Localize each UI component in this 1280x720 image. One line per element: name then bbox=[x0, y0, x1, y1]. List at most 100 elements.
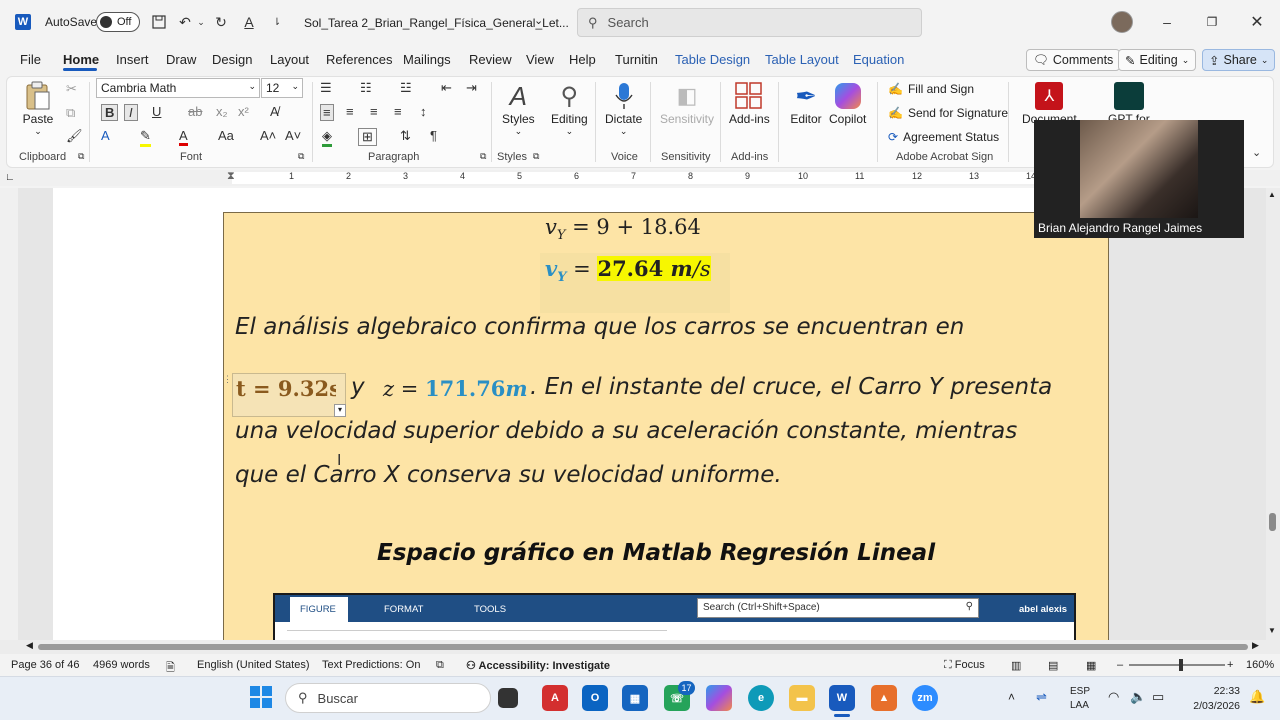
menu-review[interactable]: Review bbox=[469, 52, 512, 67]
matlab-taskbar-icon[interactable]: ▲ bbox=[871, 685, 897, 711]
sensitivity-button[interactable]: ◧ Sensitivity bbox=[660, 80, 714, 126]
focus-button[interactable]: ⛶ Focus bbox=[944, 659, 985, 672]
menu-draw[interactable]: Draw bbox=[166, 52, 196, 67]
zoom-in-icon[interactable]: + bbox=[1227, 659, 1233, 671]
editor-button[interactable]: ✒ Editor bbox=[790, 80, 822, 127]
bullets-icon[interactable]: ☰ bbox=[320, 80, 332, 96]
equation-z[interactable]: z = 171.76m bbox=[383, 376, 528, 401]
autosave-toggle[interactable]: Off bbox=[96, 12, 140, 32]
grow-font-icon[interactable]: A˄ bbox=[260, 128, 276, 143]
store-icon[interactable]: ▦ bbox=[622, 685, 648, 711]
clipboard-launcher-icon[interactable]: ⧉ bbox=[78, 151, 84, 162]
section-heading[interactable]: Espacio gráfico en Matlab Regresión Line… bbox=[377, 540, 935, 566]
cut-icon[interactable]: ✂ bbox=[66, 81, 77, 97]
justify-icon[interactable]: ≡ bbox=[394, 104, 402, 119]
undo-dropdown-icon[interactable]: ⌄ bbox=[196, 10, 206, 34]
paragraph-line[interactable]: una velocidad superior debido a su acele… bbox=[235, 418, 1017, 444]
menu-mailings[interactable]: Mailings bbox=[403, 52, 451, 67]
outlook-icon[interactable]: O bbox=[582, 685, 608, 711]
menu-turnitin[interactable]: Turnitin bbox=[615, 52, 658, 67]
decrease-indent-icon[interactable]: ⇤ bbox=[441, 80, 452, 96]
notification-icon[interactable]: 🔔 bbox=[1249, 689, 1265, 705]
accessibility-icon[interactable]: ⧉ bbox=[436, 659, 444, 672]
send-signature-button[interactable]: ✍ Send for Signature bbox=[888, 106, 1008, 120]
close-icon[interactable]: ✕ bbox=[1250, 10, 1264, 34]
zoom-slider-thumb[interactable] bbox=[1179, 659, 1183, 671]
app-icon-red[interactable]: A bbox=[542, 685, 568, 711]
battery-icon[interactable]: ▭ bbox=[1152, 689, 1164, 705]
vertical-scrollbar[interactable] bbox=[1266, 188, 1280, 640]
indent-marker-icon[interactable]: ⧗ bbox=[227, 170, 235, 183]
menu-layout[interactable]: Layout bbox=[270, 52, 309, 67]
bold-icon[interactable]: B bbox=[101, 104, 119, 121]
menu-view[interactable]: View bbox=[526, 52, 554, 67]
windows-start-icon[interactable] bbox=[250, 686, 272, 708]
italic-icon[interactable]: I bbox=[124, 104, 138, 121]
print-layout-icon[interactable]: ▤ bbox=[1048, 659, 1058, 672]
volume-icon[interactable]: 🔈 bbox=[1130, 689, 1146, 705]
subscript-icon[interactable]: x₂ bbox=[216, 104, 228, 119]
scroll-left-icon[interactable]: ◀ bbox=[26, 640, 33, 651]
conjunction-text[interactable]: y bbox=[351, 374, 365, 400]
zoom-level[interactable]: 160% bbox=[1246, 659, 1274, 671]
highlight-icon[interactable]: ✎ bbox=[140, 128, 151, 147]
save-icon[interactable] bbox=[150, 10, 168, 34]
language-indicator[interactable]: ESP LAA bbox=[1070, 685, 1090, 713]
scroll-down-icon[interactable]: ▼ bbox=[1268, 626, 1276, 635]
menu-help[interactable]: Help bbox=[569, 52, 596, 67]
paragraph-line[interactable]: El análisis algebraico confirma que los … bbox=[235, 314, 964, 340]
font-launcher-icon[interactable]: ⧉ bbox=[298, 151, 304, 162]
menu-references[interactable]: References bbox=[326, 52, 392, 67]
customize-toolbar-icon[interactable]: ⇂ bbox=[270, 10, 284, 34]
align-left-icon[interactable]: ≡ bbox=[320, 104, 334, 121]
undo-icon[interactable]: ↶ bbox=[176, 10, 194, 34]
fill-sign-button[interactable]: ✍ Fill and Sign bbox=[888, 82, 974, 96]
styles-button[interactable]: A Styles ⌄ bbox=[502, 80, 535, 137]
align-center-icon[interactable]: ≡ bbox=[346, 104, 354, 119]
styles-launcher-icon[interactable]: ⧉ bbox=[533, 151, 539, 162]
paragraph-line[interactable]: que el Carro X conserva su velocidad uni… bbox=[235, 462, 782, 488]
sort-icon[interactable]: ⇅ bbox=[400, 128, 411, 144]
font-color-quick-icon[interactable]: A bbox=[240, 10, 258, 34]
page-count[interactable]: Page 36 of 46 bbox=[11, 659, 80, 671]
underline-icon[interactable]: U bbox=[152, 104, 161, 119]
change-case-icon[interactable]: Aa bbox=[218, 128, 234, 143]
clock[interactable]: 22:33 2/03/2026 bbox=[1186, 684, 1240, 714]
menu-insert[interactable]: Insert bbox=[116, 52, 149, 67]
vertical-ruler[interactable] bbox=[0, 188, 18, 640]
zoom-icon[interactable]: zm bbox=[912, 685, 938, 711]
line-spacing-icon[interactable]: ↕ bbox=[420, 104, 427, 119]
numbering-icon[interactable]: ☷ bbox=[360, 80, 372, 96]
font-color-icon[interactable]: A bbox=[179, 128, 188, 146]
shrink-font-icon[interactable]: A˅ bbox=[285, 128, 301, 143]
tray-network-alt-icon[interactable]: ⇌ bbox=[1036, 689, 1047, 705]
horizontal-scroll-thumb[interactable] bbox=[38, 644, 1248, 650]
paragraph-line[interactable]: . En el instante del cruce, el Carro Y p… bbox=[530, 374, 1052, 400]
strikethrough-icon[interactable]: ab bbox=[188, 104, 202, 119]
title-chevron-icon[interactable]: ⌄ bbox=[534, 14, 543, 27]
copilot-button[interactable]: Copilot bbox=[829, 80, 866, 126]
font-name-box[interactable]: Cambria Math ⌄ bbox=[96, 78, 260, 98]
word-count[interactable]: 4969 words bbox=[93, 659, 150, 671]
accessibility-status[interactable]: ⚇ Accessibility: Investigate bbox=[466, 659, 610, 672]
share-button[interactable]: ⇪ Share ⌄ bbox=[1202, 49, 1276, 71]
search-box[interactable]: ⚲ Search bbox=[577, 8, 922, 37]
collapse-ribbon-icon[interactable]: ⌄ bbox=[1252, 146, 1261, 159]
web-layout-icon[interactable]: ▦ bbox=[1086, 659, 1096, 672]
clear-formatting-icon[interactable]: A̸ bbox=[270, 104, 279, 119]
borders-icon[interactable]: ⊞ bbox=[358, 128, 377, 146]
taskbar-search[interactable]: ⚲ Buscar bbox=[285, 683, 491, 713]
menu-file[interactable]: File bbox=[20, 52, 41, 67]
dictate-button[interactable]: Dictate ⌄ bbox=[605, 80, 642, 137]
file-explorer-icon[interactable]: ▬ bbox=[789, 685, 815, 711]
document-title[interactable]: Sol_Tarea 2_Brian_Rangel_Física_General_… bbox=[304, 16, 569, 30]
scroll-right-icon[interactable]: ▶ bbox=[1252, 640, 1259, 651]
zoom-out-icon[interactable]: – bbox=[1117, 659, 1123, 671]
ruler-tab-selector-icon[interactable]: ∟ bbox=[5, 172, 15, 183]
word-taskbar-icon[interactable]: W bbox=[829, 685, 855, 711]
wifi-icon[interactable]: ◠ bbox=[1108, 689, 1119, 705]
menu-design[interactable]: Design bbox=[212, 52, 252, 67]
read-mode-icon[interactable]: ▥ bbox=[1011, 659, 1021, 672]
edge-icon[interactable]: e bbox=[748, 685, 774, 711]
align-right-icon[interactable]: ≡ bbox=[370, 104, 378, 119]
